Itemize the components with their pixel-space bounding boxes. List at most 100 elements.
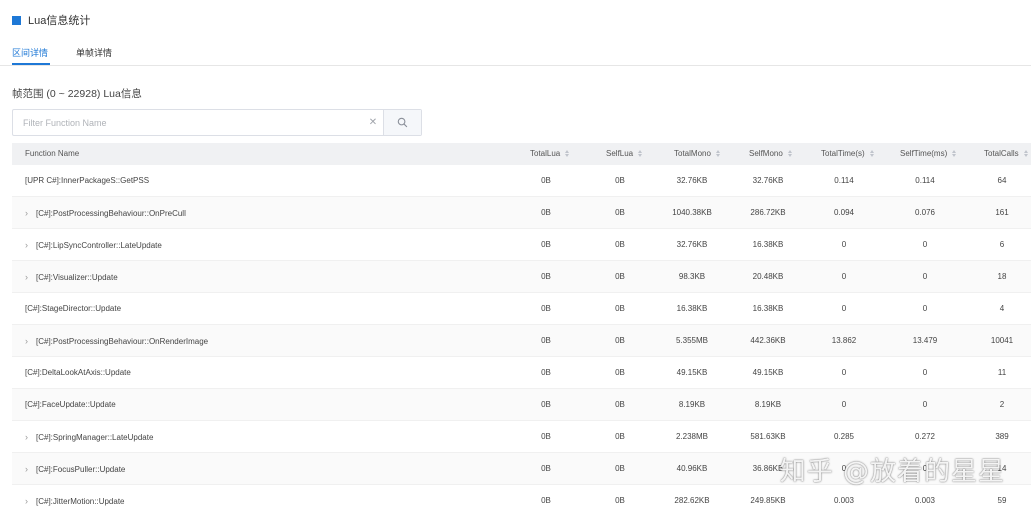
cell-totallua: 0B [541,208,551,217]
cell-totallua: 0B [541,464,551,473]
cell-selftime-ms: 0 [922,240,928,249]
cell-totalmono: 5.355MB [675,336,709,345]
cell-totalmono: 40.96KB [676,464,708,473]
cell-totaltime-s: 0 [841,304,847,313]
sort-icon[interactable] [638,150,643,158]
function-name-cell: [C#]:DeltaLookAtAxis::Update [25,357,131,389]
clear-icon[interactable]: ✕ [363,110,383,135]
search-button[interactable] [383,110,421,135]
col-total-time[interactable]: TotalTime(s) [821,143,874,165]
table-row[interactable]: › [C#]:LipSyncController::LateUpdate 0B 0B 3… [12,229,1031,261]
cell-totallua: 0B [541,400,551,409]
search-icon [397,117,408,128]
cell-totalmono: 32.76KB [676,240,708,249]
cell-totalcalls: 2 [999,400,1005,409]
cell-totaltime-s: 0 [841,400,847,409]
cell-totaltime-s: 0 [841,240,847,249]
title-marker-icon [12,15,21,25]
cell-totallua: 0B [541,336,551,345]
cell-totallua: 0B [541,176,551,185]
table-row[interactable]: › [C#]:PostProcessingBehaviour::OnRenderI… [12,325,1031,357]
cell-selftime-ms: 0.114 [915,176,935,185]
expand-chevron-icon[interactable]: › [25,485,35,513]
page-header: Lua信息统计 [12,12,90,28]
cell-selfmono: 286.72KB [750,208,786,217]
function-name-text: [UPR C#]:InnerPackageS::GetPSS [25,176,150,185]
cell-totallua: 0B [541,496,551,505]
table-row[interactable]: [UPR C#]:InnerPackageS::GetPSS 0B 0B 32.76K… [12,165,1031,197]
expand-chevron-icon[interactable]: › [25,261,35,293]
cell-selfmono: 32.76KB [752,176,784,185]
frame-range-label: 帧范围 (0 ~ 22928) Lua信息 [12,88,142,100]
cell-totaltime-s: 0.003 [833,496,855,505]
tab-bar: 区间详情 单帧详情 [0,38,1031,66]
function-name-cell: [C#]:StageDirector::Update [25,293,121,325]
cell-selfmono: 49.15KB [752,368,784,377]
cell-totalmono: 16.38KB [676,304,708,313]
cell-selfmono: 581.63KB [750,432,786,441]
table-row[interactable]: › [C#]:PostProcessingBehaviour::OnPreCull… [12,197,1031,229]
cell-totaltime-s: 13.862 [831,336,857,345]
table-row[interactable]: › [C#]:SpringManager::LateUpdate 0B 0B 2.238… [12,421,1031,453]
expand-chevron-icon[interactable]: › [25,229,35,261]
cell-selflua: 0B [615,368,625,377]
function-name-text: [C#]:DeltaLookAtAxis::Update [25,368,131,377]
cell-selflua: 0B [615,240,625,249]
tab-range-details[interactable]: 区间详情 [12,46,48,59]
table-row[interactable]: [C#]:StageDirector::Update 0B 0B 16.38KB 16.… [12,293,1031,325]
function-name-text: [C#]:Visualizer::Update [36,273,118,282]
table-row[interactable]: › [C#]:JitterMotion::Update 0B 0B 282.62KB 24… [12,485,1031,513]
function-name-cell: › [C#]:FocusPuller::Update [20,453,125,485]
function-name-text: [C#]:LipSyncController::LateUpdate [36,241,162,250]
col-self-lua[interactable]: SelfLua [606,143,643,165]
cell-selfmono: 249.85KB [750,496,786,505]
function-name-cell: › [C#]:JitterMotion::Update [20,485,124,513]
sort-icon[interactable] [952,150,957,158]
sort-icon[interactable] [869,150,874,158]
cell-selftime-ms: 0.272 [914,432,936,441]
function-name-text: [C#]:FaceUpdate::Update [25,400,116,409]
cell-totalmono: 49.15KB [676,368,708,377]
cell-selftime-ms: 0.076 [914,208,936,217]
sort-icon[interactable] [565,150,570,158]
sort-icon[interactable] [1023,150,1028,158]
expand-chevron-icon[interactable]: › [25,453,35,485]
watermark: 知乎 @放着的星星 [779,457,1005,487]
active-tab-indicator [12,63,50,65]
sort-icon[interactable] [787,150,792,158]
cell-totalcalls: 161 [995,208,1009,217]
cell-selfmono: 20.48KB [752,272,784,281]
cell-selftime-ms: 0 [922,400,928,409]
cell-totalcalls: 11 [997,368,1007,377]
col-total-lua[interactable]: TotalLua [530,143,570,165]
cell-totalcalls: 10041 [990,336,1014,345]
table-row[interactable]: [C#]:DeltaLookAtAxis::Update 0B 0B 49.15KB 4… [12,357,1031,389]
tab-frame-details[interactable]: 单帧详情 [76,46,112,59]
cell-selfmono: 442.36KB [750,336,786,345]
cell-totalcalls: 59 [997,496,1007,505]
expand-chevron-icon[interactable]: › [25,421,35,453]
expand-chevron-icon[interactable]: › [25,197,35,229]
col-function-name[interactable]: Function Name [25,143,79,165]
col-self-mono[interactable]: SelfMono [749,143,792,165]
filter-function-input[interactable] [13,110,363,135]
cell-totaltime-s: 0.114 [834,176,854,185]
function-name-text: [C#]:PostProcessingBehaviour::OnPreCull [36,209,186,218]
col-total-calls[interactable]: TotalCalls [984,143,1028,165]
cell-selftime-ms: 0 [922,304,928,313]
function-name-cell: › [C#]:Visualizer::Update [20,261,118,293]
function-name-text: [C#]:SpringManager::LateUpdate [36,433,154,442]
expand-chevron-icon[interactable]: › [25,325,35,357]
cell-selflua: 0B [615,272,625,281]
col-self-time[interactable]: SelfTime(ms) [900,143,957,165]
table-row[interactable]: [C#]:FaceUpdate::Update 0B 0B 8.19KB 8.19KB 0… [12,389,1031,421]
function-name-text: [C#]:FocusPuller::Update [36,465,126,474]
cell-totalcalls: 64 [997,176,1007,185]
cell-totaltime-s: 0 [841,272,847,281]
sort-icon[interactable] [715,150,720,158]
table-row[interactable]: › [C#]:Visualizer::Update 0B 0B 98.3KB 20.48K… [12,261,1031,293]
col-total-mono[interactable]: TotalMono [674,143,720,165]
function-name-cell: [UPR C#]:InnerPackageS::GetPSS [25,165,149,197]
function-name-cell: › [C#]:LipSyncController::LateUpdate [20,229,162,261]
function-name-cell: › [C#]:PostProcessingBehaviour::OnRenderI… [20,325,208,357]
